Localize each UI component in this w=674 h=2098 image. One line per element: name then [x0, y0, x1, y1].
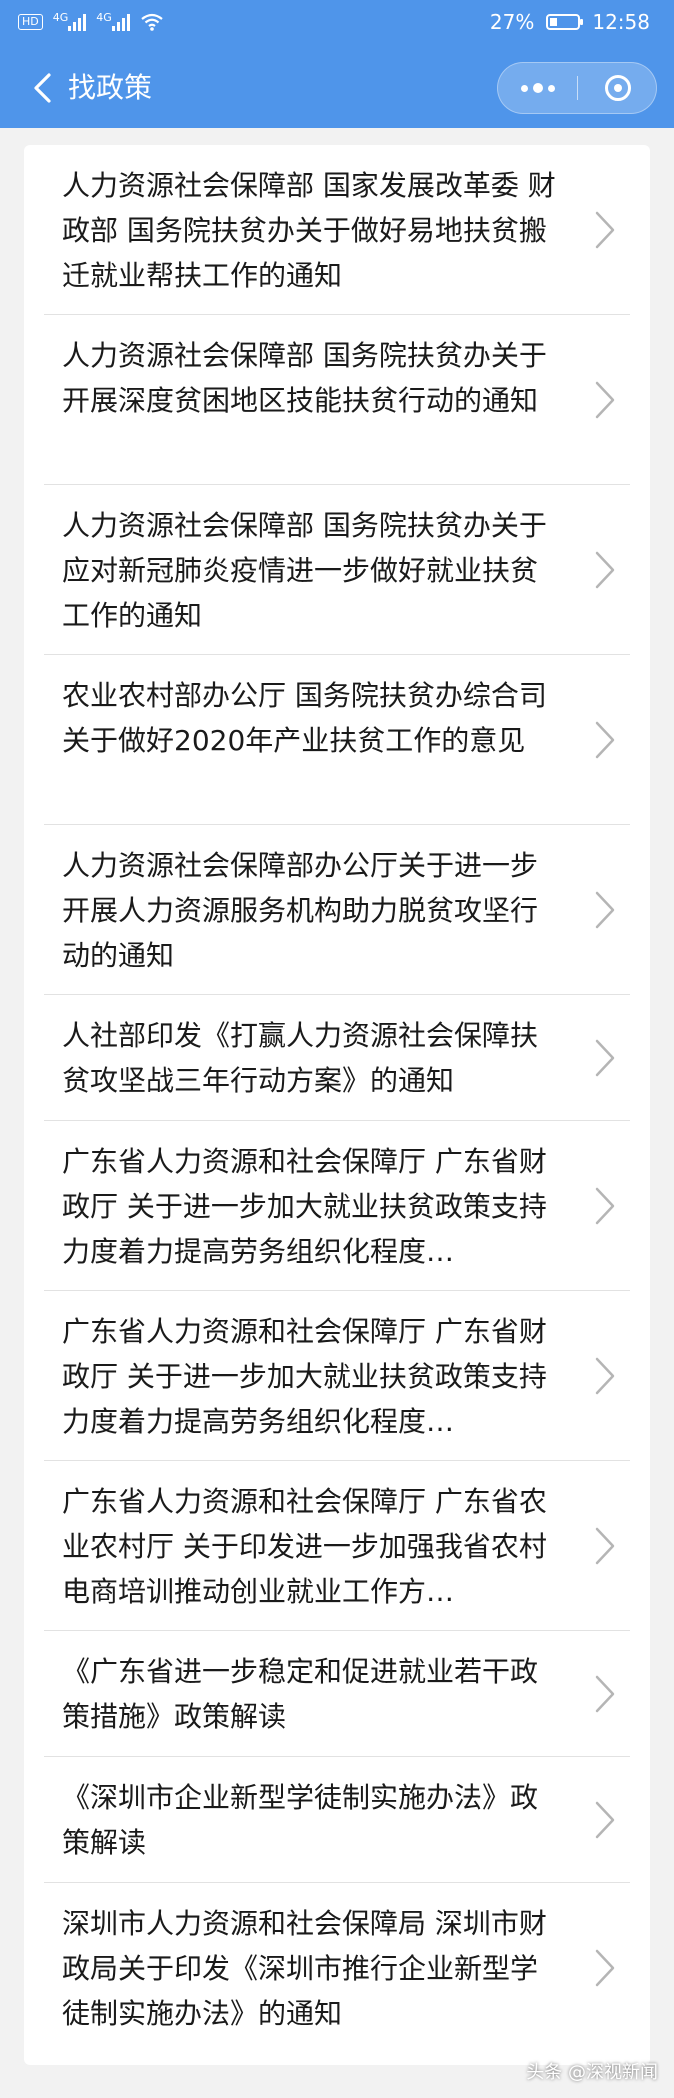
policy-title: 人力资源社会保障部 国务院扶贫办关于开展深度贫困地区技能扶贫行动的通知: [62, 339, 547, 417]
status-right: 27% 12:58: [490, 10, 650, 34]
chevron-right-icon: [595, 1357, 615, 1395]
policy-item[interactable]: 人力资源社会保障部 国家发展改革委 财政部 国务院扶贫办关于做好易地扶贫搬迁就业…: [44, 145, 630, 315]
sim1-label: 4G: [52, 11, 69, 24]
chevron-right-icon: [595, 1527, 615, 1565]
close-button[interactable]: [578, 63, 657, 113]
chevron-right-icon: [595, 721, 615, 759]
policy-item[interactable]: 广东省人力资源和社会保障厅 广东省农业农村厅 关于印发进一步加强我省农村电商培训…: [44, 1461, 630, 1631]
wifi-icon: [141, 13, 163, 31]
watermark: 头条 @深视新闻: [526, 2062, 658, 2083]
status-bar: HD 4G 4G 27% 12:58: [0, 0, 674, 48]
top-bar: HD 4G 4G 27% 12:58 找政策: [0, 0, 674, 128]
policy-title: 深圳市人力资源和社会保障局 深圳市财政局关于印发《深圳市推行企业新型学徒制实施办…: [62, 1907, 547, 2030]
target-icon: [604, 75, 631, 101]
signal-icon: [111, 13, 130, 31]
policy-item[interactable]: 《深圳市企业新型学徒制实施办法》政策解读: [44, 1757, 630, 1883]
page-title: 找政策: [68, 71, 153, 104]
chevron-right-icon: [595, 381, 615, 419]
policy-item[interactable]: 深圳市人力资源和社会保障局 深圳市财政局关于印发《深圳市推行企业新型学徒制实施办…: [44, 1883, 630, 2053]
chevron-right-icon: [595, 1949, 615, 1987]
battery-percent: 27%: [489, 10, 535, 34]
policy-item[interactable]: 人社部印发《打赢人力资源社会保障扶贫攻坚战三年行动方案》的通知: [44, 995, 630, 1121]
policy-item[interactable]: 人力资源社会保障部 国务院扶贫办关于应对新冠肺炎疫情进一步做好就业扶贫工作的通知: [44, 485, 630, 655]
more-button[interactable]: [498, 63, 577, 113]
policy-title: 农业农村部办公厅 国务院扶贫办综合司关于做好2020年产业扶贫工作的意见: [62, 679, 547, 757]
policy-item[interactable]: 人力资源社会保障部 国务院扶贫办关于开展深度贫困地区技能扶贫行动的通知: [44, 315, 630, 485]
more-dots-icon: [520, 83, 555, 93]
sim2-label: 4G: [96, 11, 112, 24]
chevron-right-icon: [595, 1801, 615, 1839]
policy-title: 广东省人力资源和社会保障厅 广东省财政厅 关于进一步加大就业扶贫政策支持力度着力…: [62, 1145, 547, 1268]
chevron-left-icon: [34, 73, 51, 103]
policy-title: 《深圳市企业新型学徒制实施办法》政策解读: [62, 1781, 539, 1859]
nav-bar: 找政策: [0, 48, 674, 128]
policy-title: 人社部印发《打赢人力资源社会保障扶贫攻坚战三年行动方案》的通知: [62, 1019, 539, 1097]
policy-item[interactable]: 农业农村部办公厅 国务院扶贫办综合司关于做好2020年产业扶贫工作的意见: [44, 655, 630, 825]
battery-icon: [546, 14, 584, 30]
policy-list: 人力资源社会保障部 国家发展改革委 财政部 国务院扶贫办关于做好易地扶贫搬迁就业…: [24, 145, 650, 2065]
policy-item[interactable]: 广东省人力资源和社会保障厅 广东省财政厅 关于进一步加大就业扶贫政策支持力度着力…: [44, 1291, 630, 1461]
back-button[interactable]: [20, 66, 64, 110]
sim2-signal: 4G: [96, 11, 130, 31]
policy-item[interactable]: 《广东省进一步稳定和促进就业若干政策措施》政策解读: [44, 1631, 630, 1757]
status-left: HD 4G 4G: [18, 11, 164, 32]
chevron-right-icon: [595, 211, 615, 249]
policy-item[interactable]: 人力资源社会保障部办公厅关于进一步开展人力资源服务机构助力脱贫攻坚行动的通知: [44, 825, 630, 995]
chevron-right-icon: [595, 1675, 615, 1713]
policy-title: 人力资源社会保障部 国家发展改革委 财政部 国务院扶贫办关于做好易地扶贫搬迁就业…: [62, 169, 556, 292]
mini-program-capsule: [497, 62, 657, 114]
sim1-signal: 4G: [52, 11, 87, 31]
policy-title: 人力资源社会保障部 国务院扶贫办关于应对新冠肺炎疫情进一步做好就业扶贫工作的通知: [62, 509, 547, 632]
hd-badge: HD: [18, 14, 43, 30]
chevron-right-icon: [595, 551, 615, 589]
signal-icon: [68, 13, 87, 31]
chevron-right-icon: [595, 1187, 615, 1225]
policy-title: 《广东省进一步稳定和促进就业若干政策措施》政策解读: [62, 1655, 539, 1733]
policy-item[interactable]: 广东省人力资源和社会保障厅 广东省财政厅 关于进一步加大就业扶贫政策支持力度着力…: [44, 1121, 630, 1291]
clock: 12:58: [592, 10, 650, 34]
policy-title: 广东省人力资源和社会保障厅 广东省农业农村厅 关于印发进一步加强我省农村电商培训…: [62, 1485, 547, 1608]
policy-title: 人力资源社会保障部办公厅关于进一步开展人力资源服务机构助力脱贫攻坚行动的通知: [62, 849, 539, 972]
policy-title: 广东省人力资源和社会保障厅 广东省财政厅 关于进一步加大就业扶贫政策支持力度着力…: [62, 1315, 547, 1438]
chevron-right-icon: [595, 891, 615, 929]
chevron-right-icon: [595, 1039, 615, 1077]
